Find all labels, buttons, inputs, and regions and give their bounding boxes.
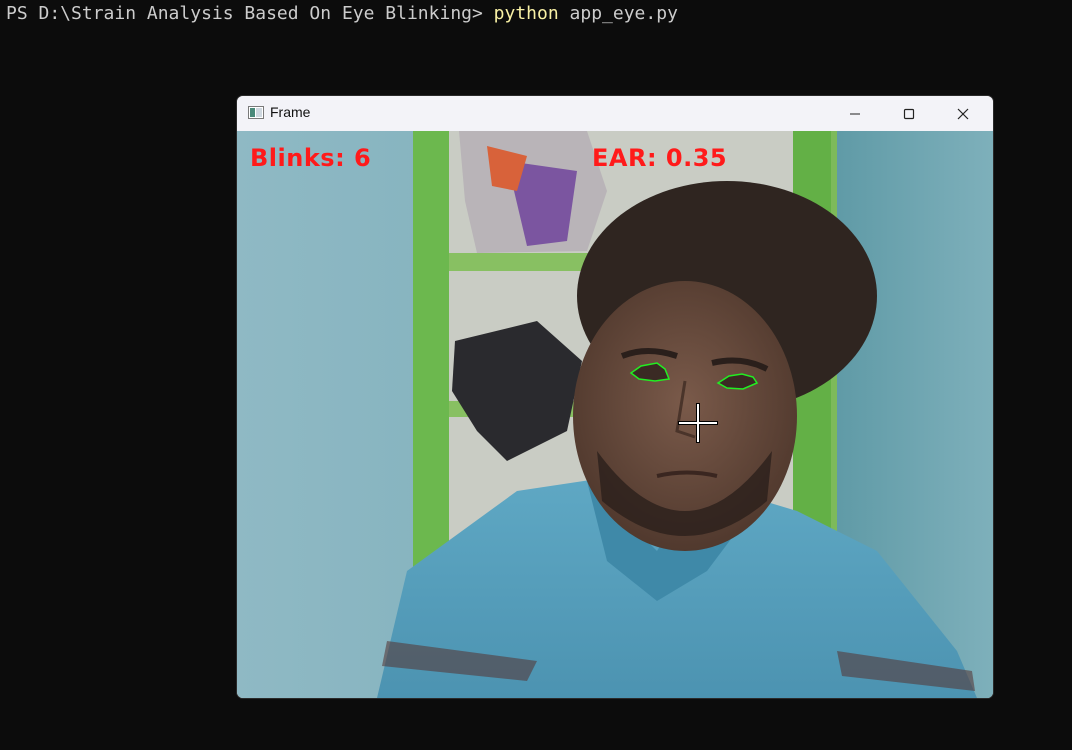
minimize-button[interactable] — [829, 96, 881, 131]
prompt-path: PS D:\Strain Analysis Based On Eye Blink… — [6, 3, 494, 24]
maximize-icon — [903, 108, 915, 119]
ear-readout: EAR: 0.35 — [592, 144, 728, 172]
command-argument: app_eye.py — [558, 3, 678, 24]
camera-frame: Blinks: 6 EAR: 0.35 — [237, 131, 993, 698]
minimize-icon — [850, 113, 860, 114]
webcam-image — [237, 131, 993, 698]
window-titlebar[interactable]: Frame — [237, 96, 993, 131]
close-button[interactable] — [937, 96, 989, 131]
app-icon — [248, 106, 264, 119]
frame-window[interactable]: Frame Blinks: 6 EAR: 0.35 — [237, 96, 993, 698]
window-title: Frame — [270, 104, 311, 120]
maximize-button[interactable] — [883, 96, 935, 131]
blink-counter: Blinks: 6 — [250, 144, 372, 172]
terminal-prompt-line: PS D:\Strain Analysis Based On Eye Blink… — [6, 2, 678, 26]
close-icon — [957, 108, 969, 119]
command-python: python — [493, 3, 559, 24]
